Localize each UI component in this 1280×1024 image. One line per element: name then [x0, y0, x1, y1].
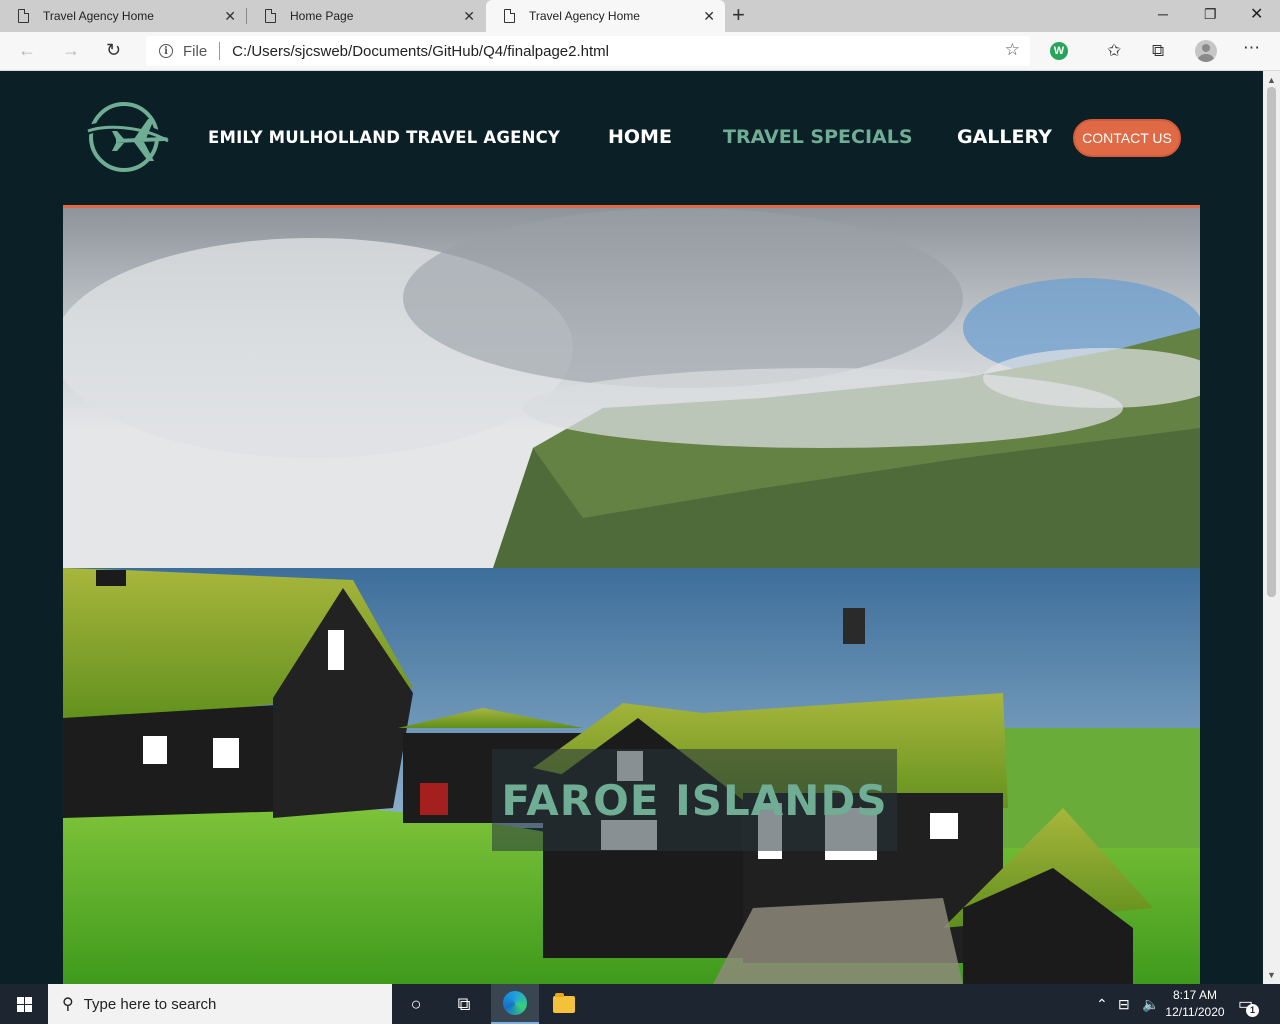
page-icon: [18, 9, 29, 23]
minimize-icon[interactable]: ─: [1158, 6, 1168, 22]
network-icon[interactable]: ⊟: [1118, 984, 1130, 1024]
favorite-star-icon[interactable]: ☆: [1005, 40, 1020, 60]
taskbar-search-box[interactable]: ⚲ Type here to search: [48, 984, 392, 1024]
start-button[interactable]: [0, 984, 48, 1024]
hero-caption-box: FAROE ISLANDS: [492, 749, 897, 851]
nav-home[interactable]: HOME: [608, 126, 672, 148]
show-hidden-icons-icon[interactable]: ⌃: [1096, 984, 1108, 1024]
tab-title: Travel Agency Home: [529, 9, 640, 23]
folder-icon: [553, 992, 575, 1013]
page-scrollbar[interactable]: ▲ ▼: [1263, 71, 1280, 984]
refresh-icon[interactable]: ↻: [106, 40, 121, 61]
info-icon[interactable]: i: [159, 44, 173, 58]
edge-browser-icon: [503, 991, 527, 1015]
tab-title: Travel Agency Home: [43, 9, 154, 23]
url-text[interactable]: C:/Users/sjcsweb/Documents/GitHub/Q4/fin…: [232, 43, 609, 60]
browser-tab-active[interactable]: Travel Agency Home ✕: [486, 0, 725, 32]
address-bar[interactable]: i File C:/Users/sjcsweb/Documents/GitHub…: [146, 36, 1030, 66]
extension-icon[interactable]: W: [1050, 42, 1068, 60]
page-icon: [265, 9, 276, 23]
task-view-icon[interactable]: ⧉: [440, 984, 488, 1024]
favorites-icon[interactable]: ✩: [1107, 41, 1121, 61]
page-viewport: EMILY MULHOLLAND TRAVEL AGENCY HOME TRAV…: [0, 71, 1263, 984]
more-menu-icon[interactable]: ⋯: [1243, 38, 1260, 58]
scheme-label: File: [183, 42, 208, 60]
clock-time: 8:17 AM: [1172, 988, 1218, 1002]
clock-date: 12/11/2020: [1165, 1005, 1225, 1019]
notification-count-badge: 1: [1246, 1004, 1259, 1017]
nav-gallery[interactable]: GALLERY: [957, 126, 1052, 148]
browser-tab[interactable]: Travel Agency Home ✕: [0, 0, 246, 32]
browser-toolbar: ← → ↻ i File C:/Users/sjcsweb/Documents/…: [0, 32, 1280, 71]
new-tab-icon[interactable]: +: [732, 4, 745, 26]
search-placeholder: Type here to search: [83, 995, 217, 1013]
tab-strip: Travel Agency Home ✕ Home Page ✕ Travel …: [0, 0, 1280, 32]
hero-caption: FAROE ISLANDS: [501, 775, 888, 825]
search-icon: ⚲: [62, 996, 74, 1013]
close-tab-icon[interactable]: ✕: [703, 9, 715, 23]
scroll-thumb[interactable]: [1267, 87, 1276, 597]
volume-muted-icon[interactable]: 🔈: [1142, 984, 1159, 1024]
page-icon: [504, 9, 515, 23]
window-close-icon[interactable]: ✕: [1250, 4, 1263, 24]
site-brand-name[interactable]: EMILY MULHOLLAND TRAVEL AGENCY: [208, 128, 560, 147]
contact-us-button[interactable]: CONTACT US: [1073, 119, 1181, 157]
windows-taskbar: ⚲ Type here to search ○ ⧉ ⌃ ⊟ 🔈 8:17 AM …: [0, 984, 1280, 1024]
close-tab-icon[interactable]: ✕: [463, 9, 475, 23]
scroll-down-icon[interactable]: ▼: [1267, 970, 1276, 980]
collections-icon[interactable]: ⧉: [1152, 41, 1164, 61]
nav-travel-specials[interactable]: TRAVEL SPECIALS: [723, 126, 913, 148]
forward-icon[interactable]: →: [62, 40, 80, 61]
faroe-landscape-illustration: [63, 208, 1200, 984]
browser-tab[interactable]: Home Page ✕: [247, 0, 485, 32]
taskbar-clock[interactable]: 8:17 AM 12/11/2020: [1160, 987, 1230, 1021]
profile-avatar-icon[interactable]: [1195, 40, 1217, 62]
airplane-logo-icon[interactable]: [82, 101, 174, 173]
scroll-up-icon[interactable]: ▲: [1267, 75, 1276, 85]
close-tab-icon[interactable]: ✕: [224, 9, 236, 23]
address-divider: [219, 42, 221, 60]
hero-image: FAROE ISLANDS: [63, 208, 1200, 984]
restore-icon[interactable]: ❐: [1204, 6, 1217, 23]
back-icon[interactable]: ←: [18, 40, 36, 61]
tab-title: Home Page: [290, 9, 354, 23]
file-explorer-button[interactable]: [540, 984, 588, 1024]
edge-taskbar-button[interactable]: [491, 984, 539, 1024]
windows-logo-icon: [16, 996, 32, 1012]
cortana-icon[interactable]: ○: [392, 984, 440, 1024]
